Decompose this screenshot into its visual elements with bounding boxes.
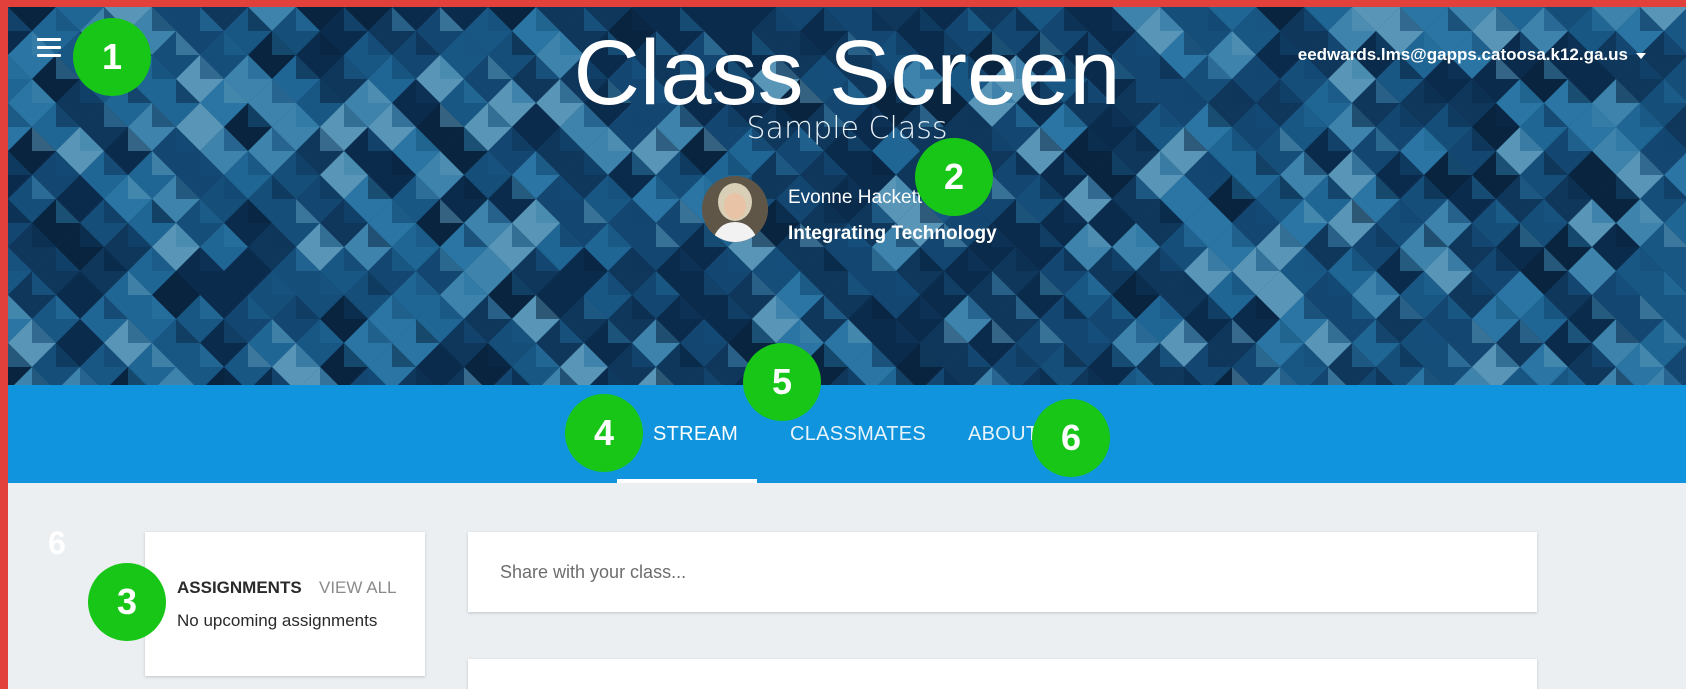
- tab-about[interactable]: ABOUT: [968, 423, 1038, 446]
- assignments-title: ASSIGNMENTS: [177, 578, 302, 597]
- share-input[interactable]: [468, 532, 1537, 612]
- class-screen-frame: Class Screen Sample Class eedwards.lms@g…: [8, 7, 1686, 689]
- share-box: [468, 532, 1537, 612]
- class-tabs: STREAM CLASSMATES ABOUT: [8, 385, 1686, 483]
- no-assignments-text: No upcoming assignments: [177, 611, 378, 630]
- callout-badge-4: 4: [565, 394, 643, 472]
- class-name: Sample Class: [746, 111, 948, 146]
- class-banner: Class Screen Sample Class eedwards.lms@g…: [8, 7, 1686, 385]
- account-email: eedwards.lms@gapps.catoosa.k12.ga.us: [1297, 45, 1628, 64]
- stream-post-card: [468, 659, 1537, 689]
- tab-stream[interactable]: STREAM: [653, 423, 738, 446]
- account-switcher[interactable]: eedwards.lms@gapps.catoosa.k12.ga.us: [1298, 45, 1646, 65]
- callout-badge-5: 5: [743, 343, 821, 421]
- chevron-down-icon: [1636, 52, 1646, 59]
- active-tab-indicator: [617, 479, 757, 483]
- callout-badge-2: 2: [915, 138, 993, 216]
- assignments-card: ASSIGNMENTS VIEW ALL No upcoming assignm…: [145, 532, 425, 676]
- teacher-name: Evonne Hackett: [788, 187, 923, 208]
- callout-badge-1: 1: [73, 18, 151, 96]
- course-name: Integrating Technology: [788, 223, 997, 244]
- stray-label: 6: [48, 525, 66, 561]
- tab-classmates[interactable]: CLASSMATES: [790, 423, 926, 446]
- callout-badge-6: 6: [1032, 399, 1110, 477]
- teacher-avatar: [702, 176, 768, 242]
- screen-title: Class Screen: [573, 22, 1121, 124]
- view-all-link[interactable]: VIEW ALL: [319, 578, 396, 598]
- callout-badge-3: 3: [88, 563, 166, 641]
